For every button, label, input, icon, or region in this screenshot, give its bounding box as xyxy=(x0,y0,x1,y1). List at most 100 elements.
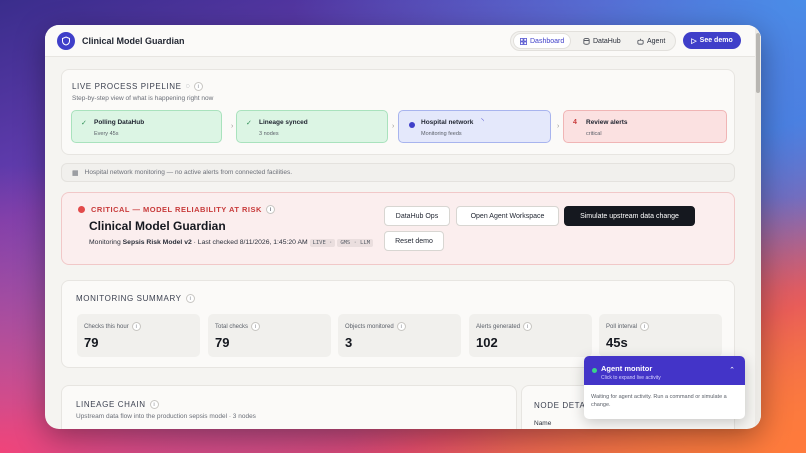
database-icon xyxy=(583,37,590,45)
stat-label-text: Checks this hour xyxy=(84,323,129,330)
agent-monitor-body: Waiting for agent activity. Run a comman… xyxy=(591,394,727,408)
stat-label: Poll interval i xyxy=(606,322,650,331)
alert-label-text: CRITICAL — MODEL RELIABILITY AT RISK xyxy=(91,205,262,214)
check-icon: ✓ xyxy=(81,120,87,127)
scrollbar[interactable] xyxy=(755,25,761,429)
critical-dot-icon xyxy=(78,206,85,213)
step-label: Review alerts xyxy=(586,119,628,126)
step-label: Polling DataHub xyxy=(94,119,145,126)
stat-poll-interval: Poll interval i 45s xyxy=(599,314,722,357)
active-dot-icon xyxy=(409,122,415,128)
chevron-right-icon: › xyxy=(557,123,560,130)
info-icon[interactable]: i xyxy=(523,322,533,331)
alert-label: CRITICAL — MODEL RELIABILITY AT RISK i xyxy=(91,205,275,214)
stat-value: 3 xyxy=(345,335,353,350)
step-sub: Monitoring feeds xyxy=(421,131,462,137)
step-sub: 3 nodes xyxy=(259,131,279,137)
agent-monitor-panel[interactable]: Agent monitor Click to expand live activ… xyxy=(584,356,745,419)
scrollbar-thumb[interactable] xyxy=(756,33,760,93)
building-icon: ▦ xyxy=(72,169,79,177)
datahub-ops-button[interactable]: DataHub Ops xyxy=(384,206,450,226)
agent-monitor-header[interactable]: Agent monitor Click to expand live activ… xyxy=(584,356,745,385)
simulate-change-button[interactable]: Simulate upstream data change xyxy=(564,206,695,226)
stat-label-text: Alerts generated xyxy=(476,323,521,330)
shield-logo-icon xyxy=(57,32,75,50)
alert-title: Clinical Model Guardian xyxy=(89,219,226,233)
pipeline-title-text: LIVE PROCESS PIPELINE xyxy=(72,82,182,91)
info-icon[interactable]: i xyxy=(396,322,406,331)
stat-checks-hour: Checks this hour i 79 xyxy=(77,314,200,357)
stat-value: 102 xyxy=(476,335,498,350)
stat-label: Total checks i xyxy=(215,322,261,331)
nav-group: Dashboard DataHub Agent xyxy=(510,31,676,51)
robot-icon xyxy=(637,38,644,44)
lineage-title: LINEAGE CHAIN i xyxy=(76,400,159,409)
nav-agent-label: Agent xyxy=(647,37,666,45)
stat-value: 79 xyxy=(215,335,230,350)
see-demo-label: See demo xyxy=(699,37,733,44)
last-checked: · Last checked 8/11/2026, 1:45:20 AM xyxy=(193,239,308,246)
nav-dashboard[interactable]: Dashboard xyxy=(514,34,571,48)
nav-datahub-label: DataHub xyxy=(593,37,621,45)
nav-dashboard-label: Dashboard xyxy=(530,37,565,45)
step-sub: Every 45s xyxy=(94,131,119,137)
node-detail-field: Name xyxy=(534,420,552,427)
info-icon[interactable]: i xyxy=(185,294,195,303)
check-icon: ✓ xyxy=(246,120,252,127)
notice-text: Hospital network monitoring — no active … xyxy=(84,169,292,176)
summary-title-text: MONITORING SUMMARY xyxy=(76,294,182,303)
stat-alerts-generated: Alerts generated i 102 xyxy=(469,314,592,357)
app-title: Clinical Model Guardian xyxy=(82,36,185,46)
stat-total-checks: Total checks i 79 xyxy=(208,314,331,357)
stat-objects-monitored: Objects monitored i 3 xyxy=(338,314,461,357)
pipeline-subtitle: Step-by-step view of what is happening r… xyxy=(72,95,214,102)
critical-alert-card: CRITICAL — MODEL RELIABILITY AT RISK i C… xyxy=(61,192,735,265)
model-name: Sepsis Risk Model v2 xyxy=(122,239,192,246)
spinner-icon: ◝ xyxy=(481,118,484,125)
monitoring-prefix: Monitoring xyxy=(89,239,121,246)
stat-label-text: Objects monitored xyxy=(345,323,394,330)
top-bar: Clinical Model Guardian Dashboard DataHu… xyxy=(45,25,761,57)
nav-agent[interactable]: Agent xyxy=(631,34,671,48)
agent-monitor-title: Agent monitor xyxy=(601,364,653,373)
reset-demo-button[interactable]: Reset demo xyxy=(384,231,444,251)
stat-label: Checks this hour i xyxy=(84,322,141,331)
step-label: Hospital network xyxy=(421,119,474,126)
pipeline-step-hospital[interactable]: Hospital network ◝ Monitoring feeds xyxy=(398,110,551,143)
chevron-right-icon: › xyxy=(231,123,234,130)
spinner-icon: ◌ xyxy=(185,83,190,90)
stat-label-text: Total checks xyxy=(215,323,249,330)
summary-title: MONITORING SUMMARY i xyxy=(76,294,195,303)
pipeline-step-polling[interactable]: ✓ Polling DataHub Every 45s xyxy=(71,110,222,143)
gms-llm-tag: GMS · LLM xyxy=(337,239,374,247)
see-demo-button[interactable]: ▷ See demo xyxy=(683,32,741,49)
info-icon[interactable]: i xyxy=(251,322,261,331)
stat-value: 79 xyxy=(84,335,99,350)
lineage-title-text: LINEAGE CHAIN xyxy=(76,400,146,409)
status-dot-icon xyxy=(592,368,597,373)
info-icon[interactable]: i xyxy=(131,322,141,331)
lineage-subtitle: Upstream data flow into the production s… xyxy=(76,413,256,420)
info-icon[interactable]: i xyxy=(640,322,650,331)
agent-monitor-subtitle: Click to expand live activity xyxy=(601,375,661,381)
stat-label: Alerts generated i xyxy=(476,322,533,331)
chevron-right-icon: › xyxy=(392,123,395,130)
open-agent-workspace-button[interactable]: Open Agent Workspace xyxy=(456,206,559,226)
step-count: 4 xyxy=(573,119,577,126)
info-icon[interactable]: i xyxy=(193,82,203,91)
alert-meta: Monitoring Sepsis Risk Model v2 · Last c… xyxy=(89,237,374,249)
nav-datahub[interactable]: DataHub xyxy=(577,34,627,48)
stat-value: 45s xyxy=(606,335,628,350)
chevron-up-icon[interactable]: ⌃ xyxy=(729,366,735,374)
pipeline-title: LIVE PROCESS PIPELINE ◌ i xyxy=(72,82,203,91)
info-icon[interactable]: i xyxy=(265,205,275,214)
network-notice: ▦ Hospital network monitoring — no activ… xyxy=(61,163,735,182)
info-icon[interactable]: i xyxy=(149,400,159,409)
stat-label: Objects monitored i xyxy=(345,322,406,331)
pipeline-step-review[interactable]: 4 Review alerts critical xyxy=(563,110,727,143)
step-label: Lineage synced xyxy=(259,119,308,126)
step-sub: critical xyxy=(586,131,602,137)
pipeline-step-lineage[interactable]: ✓ Lineage synced 3 nodes xyxy=(236,110,388,143)
grid-icon xyxy=(520,37,527,45)
live-tag: LIVE · xyxy=(309,239,336,247)
